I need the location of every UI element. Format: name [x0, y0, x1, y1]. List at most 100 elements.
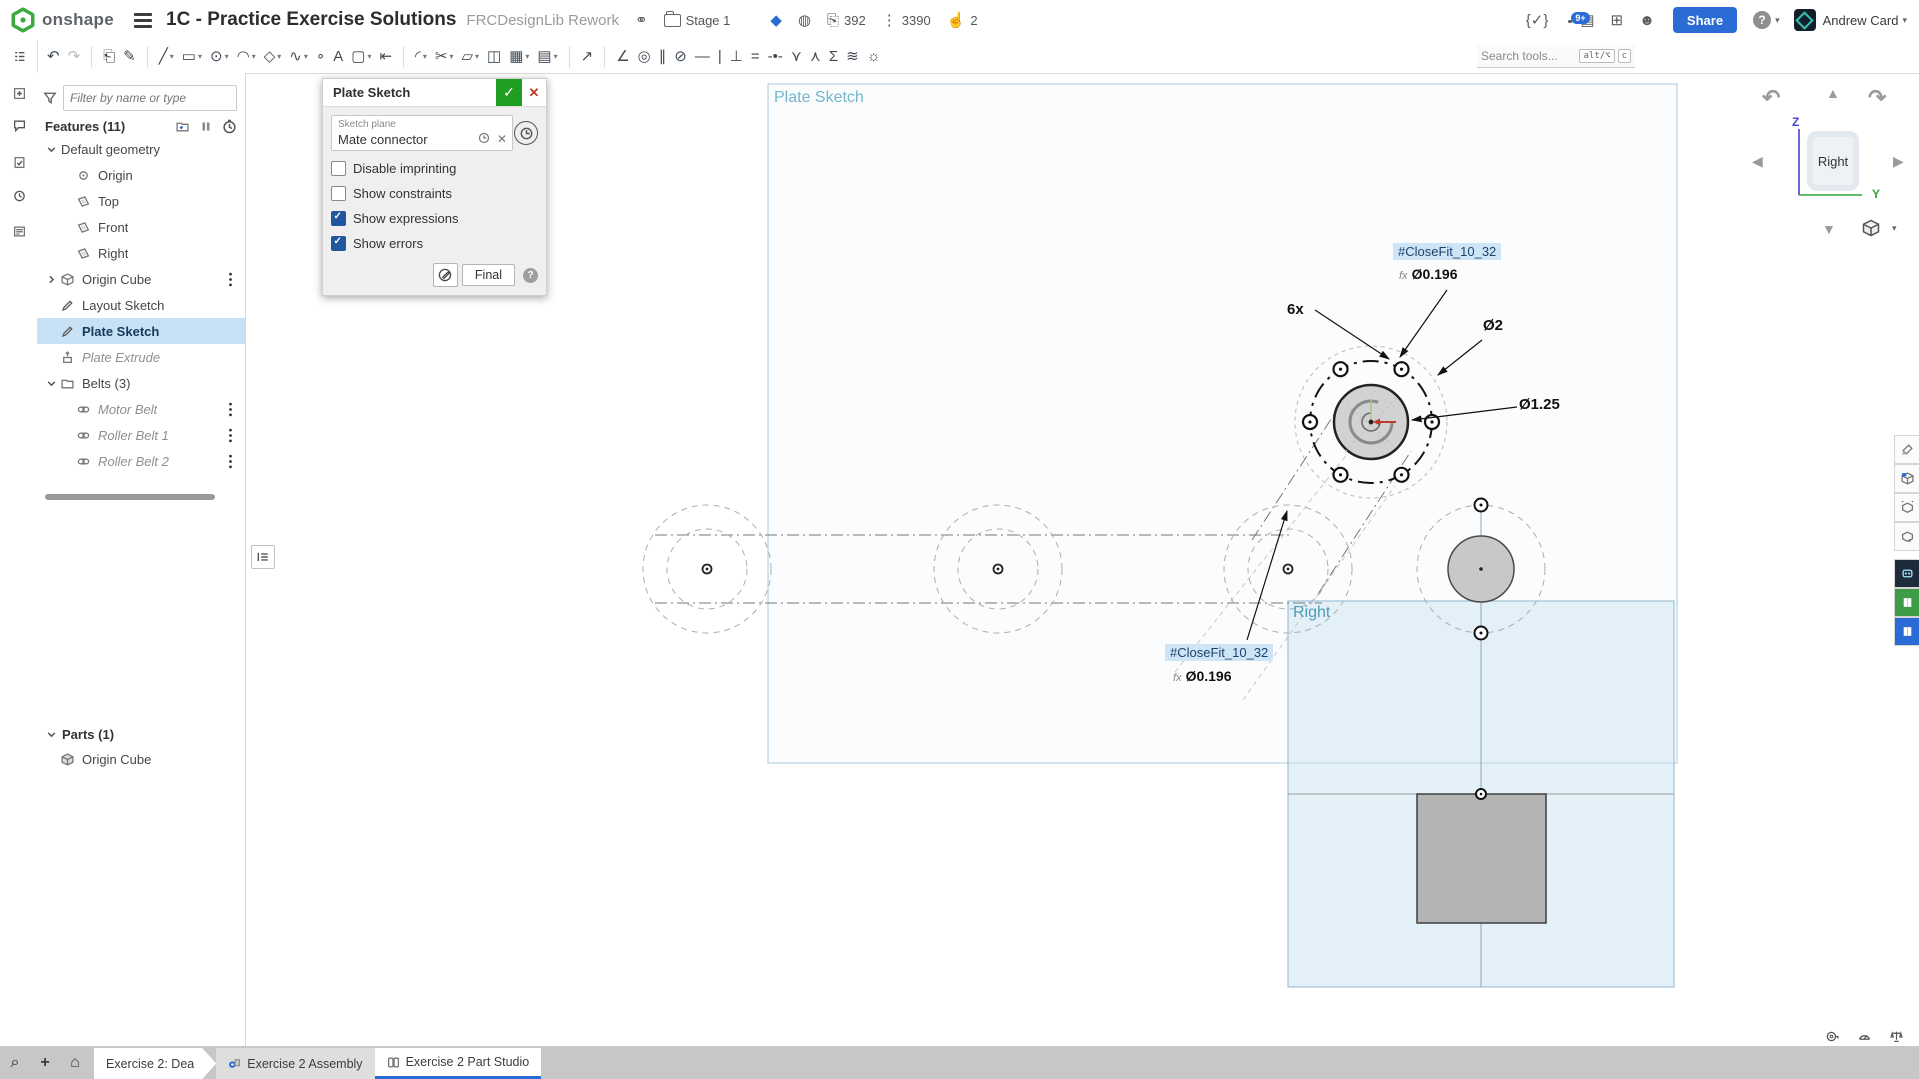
- add-tab-button[interactable]: +: [32, 1050, 58, 1076]
- dropdown-caret-icon[interactable]: ▾: [304, 52, 308, 61]
- suppress-pause-icon[interactable]: [200, 120, 212, 133]
- closefit-label-2[interactable]: #CloseFit_10_32: [1165, 644, 1274, 661]
- dropdown-caret-icon[interactable]: ▾: [449, 52, 453, 61]
- public-globe-icon[interactable]: ◍: [798, 13, 811, 28]
- home-tab-button[interactable]: ⌂: [62, 1050, 88, 1076]
- new-folder-icon[interactable]: [175, 120, 190, 133]
- help-caret-icon[interactable]: ▾: [1775, 15, 1780, 26]
- feature-item[interactable]: Plate Extrude: [37, 344, 245, 370]
- chevron-right-icon[interactable]: [45, 273, 59, 286]
- feature-script-icon[interactable]: {✓}: [1526, 13, 1549, 28]
- feature-item[interactable]: Top: [37, 188, 245, 214]
- like-icon[interactable]: ☝: [947, 13, 966, 28]
- feature-item[interactable]: Front: [37, 214, 245, 240]
- sketch-point-tool[interactable]: ∘: [313, 44, 328, 70]
- dimension-value-2[interactable]: Ø2: [1483, 317, 1503, 334]
- link-icon[interactable]: ⚭: [635, 13, 648, 28]
- comments-panel-icon[interactable]: [8, 114, 30, 136]
- dimension-tool[interactable]: ↗: [578, 44, 597, 70]
- sheet-metal-panel-tab[interactable]: [1894, 464, 1919, 493]
- rotate-up-icon[interactable]: ▲: [1826, 85, 1840, 101]
- ai-advisor-panel-tab[interactable]: [1894, 559, 1919, 588]
- dialog-help-icon[interactable]: ?: [523, 267, 538, 283]
- normal-constraint[interactable]: ⋎: [788, 44, 805, 70]
- plane2-label[interactable]: Right: [1293, 604, 1330, 622]
- dropdown-caret-icon[interactable]: ▾: [554, 52, 558, 61]
- drag-handle-dots-icon[interactable]: [228, 454, 233, 469]
- rotate-ccw-icon[interactable]: ↶: [1762, 85, 1780, 111]
- tab-search-icon[interactable]: ⌕: [0, 1046, 30, 1079]
- drag-handle-dots-icon[interactable]: [228, 402, 233, 417]
- sketch-slot-tool[interactable]: ▢ ▾: [348, 44, 374, 70]
- symmetry-constraint[interactable]: Σ: [826, 44, 841, 70]
- dropdown-caret-icon[interactable]: ▾: [252, 52, 256, 61]
- new-sketch-button[interactable]: ✎: [120, 44, 139, 70]
- view-cube-face[interactable]: Right: [1807, 131, 1859, 191]
- paste-sketch-button[interactable]: ⎗: [100, 44, 118, 70]
- midpoint-constraint[interactable]: -•-: [765, 44, 786, 70]
- dropdown-caret-icon[interactable]: ▾: [475, 52, 479, 61]
- dropdown-caret-icon[interactable]: ▾: [198, 52, 202, 61]
- undo-button[interactable]: ↶: [44, 44, 63, 70]
- close-button[interactable]: ✕: [522, 79, 546, 106]
- vertical-constraint[interactable]: |: [715, 44, 725, 70]
- closefit-label-1[interactable]: #CloseFit_10_32: [1393, 243, 1502, 260]
- equal-constraint[interactable]: =: [748, 44, 763, 70]
- filter-input[interactable]: [63, 85, 237, 111]
- checkbox-row[interactable]: Show errors: [331, 236, 538, 251]
- dropdown-caret-icon[interactable]: ▾: [423, 52, 427, 61]
- feature-item[interactable]: Layout Sketch: [37, 292, 245, 318]
- parts-header[interactable]: Parts (1): [37, 722, 245, 746]
- feature-item[interactable]: Origin: [37, 162, 245, 188]
- user-name[interactable]: Andrew Card: [1823, 13, 1899, 28]
- sketch-dialog-icon-button[interactable]: [432, 263, 458, 287]
- dimension-value-3[interactable]: Ø1.25: [1519, 396, 1560, 413]
- rotate-cw-icon[interactable]: ↷: [1868, 85, 1886, 111]
- mass-properties-icon[interactable]: [1886, 1028, 1906, 1044]
- dropdown-caret-icon[interactable]: ▾: [367, 52, 371, 61]
- chevron-down-icon[interactable]: [45, 143, 59, 156]
- accept-button[interactable]: ✓: [496, 79, 522, 106]
- help-button[interactable]: ?: [1753, 11, 1772, 29]
- notes-panel-icon[interactable]: [8, 220, 30, 242]
- checkbox[interactable]: [331, 186, 346, 201]
- insert-dxf-tool[interactable]: ▤ ▾: [534, 44, 560, 70]
- origin-cube-face[interactable]: [1416, 788, 1547, 924]
- dimension-value-1[interactable]: fx Ø0.196: [1399, 266, 1458, 282]
- sketch-mirror-tool[interactable]: ◫: [484, 44, 504, 70]
- section-view-panel-tab[interactable]: [1894, 493, 1919, 522]
- checkbox[interactable]: [331, 236, 346, 251]
- silhouette-constraint[interactable]: ☼: [864, 44, 884, 70]
- coincident-constraint[interactable]: ∠: [613, 44, 632, 70]
- tasks-panel-icon[interactable]: [8, 151, 30, 173]
- main-menu-icon[interactable]: [134, 12, 153, 28]
- drag-handle-dots-icon[interactable]: [228, 272, 233, 287]
- part-item[interactable]: Origin Cube: [37, 746, 245, 772]
- feature-list-panel-icon[interactable]: [8, 45, 30, 67]
- dropdown-caret-icon[interactable]: ▾: [277, 52, 281, 61]
- checkbox[interactable]: [331, 161, 346, 176]
- count-note[interactable]: 6x: [1287, 301, 1304, 318]
- configurations-panel-tab[interactable]: x: [1894, 522, 1919, 551]
- feature-item[interactable]: Right: [37, 240, 245, 266]
- copies-icon[interactable]: ⎘: [827, 13, 839, 28]
- share-button[interactable]: Share: [1672, 7, 1738, 33]
- folder-name[interactable]: Stage 1: [686, 13, 731, 28]
- document-title[interactable]: 1C - Practice Exercise Solutions: [166, 9, 456, 31]
- checkbox-row[interactable]: Disable imprinting: [331, 161, 538, 176]
- sketch-circle-tool[interactable]: ⊙ ▾: [207, 44, 232, 70]
- view-options-cube-icon[interactable]: [1862, 219, 1880, 242]
- tab-exercise-2-assembly[interactable]: Exercise 2 Assembly: [216, 1048, 375, 1079]
- drag-handle-dots-icon[interactable]: [228, 428, 233, 443]
- checkbox[interactable]: [331, 211, 346, 226]
- rotate-right-icon[interactable]: ▶: [1893, 153, 1904, 170]
- view-options-caret-icon[interactable]: ▾: [1892, 223, 1897, 234]
- insert-panel-icon[interactable]: [8, 82, 30, 104]
- redo-button[interactable]: ↷: [65, 44, 84, 70]
- dimension-value-4[interactable]: fx Ø0.196: [1173, 668, 1232, 684]
- user-avatar[interactable]: [1793, 9, 1816, 31]
- sketch-offset-tool[interactable]: ▱ ▾: [458, 44, 482, 70]
- plane1-label[interactable]: Plate Sketch: [774, 89, 864, 107]
- feature-item[interactable]: Roller Belt 1: [37, 422, 245, 448]
- feature-item[interactable]: Plate Sketch: [37, 318, 245, 344]
